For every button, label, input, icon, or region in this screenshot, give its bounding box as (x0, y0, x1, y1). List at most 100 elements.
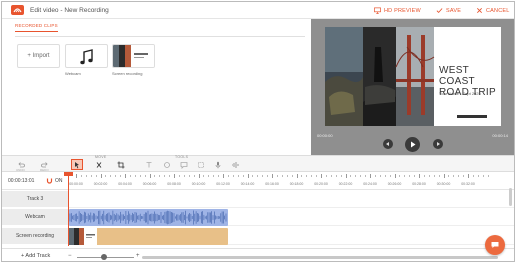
ruler-minor-tick (95, 175, 97, 177)
ruler-minor-tick (267, 175, 269, 177)
zoom-in-button[interactable]: + (136, 253, 140, 259)
ruler-tick (223, 174, 224, 178)
ruler-minor-tick (433, 175, 435, 177)
shape-tool-button[interactable] (161, 159, 173, 170)
save-button[interactable]: SAVE (436, 7, 461, 14)
ruler-tick (76, 174, 77, 178)
ruler-tick (321, 174, 322, 178)
hd-preview-button[interactable]: HD PREVIEW (374, 7, 421, 14)
current-time: 00:00:00 (317, 133, 333, 138)
ruler-tick (345, 174, 347, 178)
ruler-minor-tick (374, 175, 376, 177)
ruler-minor-tick (286, 175, 288, 177)
edit-toolbar: UNDO REDO MOVE TOOLS (2, 155, 514, 172)
ruler-minor-tick (129, 175, 131, 177)
screen-recording-clip[interactable] (69, 228, 228, 245)
ruler-minor-tick (414, 175, 416, 177)
track-lane-track3[interactable] (68, 191, 514, 208)
rewind-button[interactable] (383, 139, 393, 149)
import-button[interactable]: + Import (17, 44, 60, 68)
ruler-tick-label: 00:18:00 (289, 182, 304, 186)
ruler-minor-tick (154, 175, 156, 177)
audio-icon (232, 161, 239, 168)
music-note-icon (80, 49, 93, 65)
ruler-minor-tick (193, 175, 195, 177)
total-time: 00:00:14 (492, 133, 508, 138)
cut-tool-button[interactable] (93, 159, 105, 170)
blur-icon (198, 161, 204, 168)
ruler-tick (149, 174, 151, 178)
zoom-slider-handle[interactable] (101, 254, 107, 260)
fast-forward-icon (437, 142, 440, 146)
crop-icon (117, 161, 125, 168)
ruler-tick (419, 174, 420, 178)
ruler-tick-label: 00:30:00 (436, 182, 451, 186)
fast-forward-button[interactable] (433, 139, 443, 149)
ruler-minor-tick (325, 175, 327, 177)
microphone-icon (215, 161, 221, 168)
ruler-minor-tick (276, 175, 278, 177)
snap-label: ON (55, 177, 63, 184)
zoom-out-button[interactable]: − (68, 253, 72, 259)
ruler-tick-label: 00:32:00 (461, 182, 475, 186)
vertical-scrollbar[interactable] (509, 188, 512, 206)
ruler-minor-tick (384, 175, 386, 177)
ruler-minor-tick (463, 175, 465, 177)
app-logo-icon (11, 5, 24, 15)
music-tool-button[interactable] (229, 159, 241, 170)
audio-waveform (69, 210, 227, 225)
ruler-tick-label: 00:20:00 (314, 182, 328, 186)
text-tool-button[interactable] (143, 159, 155, 170)
close-icon (477, 8, 482, 13)
ruler-minor-tick (311, 175, 313, 177)
play-button[interactable] (405, 137, 420, 152)
cancel-button[interactable]: CANCEL (476, 7, 510, 14)
ruler-minor-tick (252, 175, 254, 177)
slide-thumbnail (113, 45, 154, 67)
ruler-minor-tick (115, 175, 117, 177)
crop-tool-button[interactable] (115, 159, 127, 170)
ruler-tick-label: 00:12:00 (216, 182, 230, 186)
ruler-tick (394, 174, 396, 178)
track-label-webcam[interactable]: Webcam (2, 209, 68, 226)
play-icon (411, 141, 416, 148)
track-label-track3[interactable]: Track 3 (2, 191, 68, 208)
ruler-minor-tick (291, 175, 293, 177)
ruler-tick-label: 00:22:00 (338, 182, 353, 186)
ruler-minor-tick (428, 175, 430, 177)
chat-icon (491, 242, 499, 248)
blur-tool-button[interactable] (195, 159, 207, 170)
ruler-minor-tick (178, 175, 180, 177)
ruler-tick (468, 174, 469, 178)
add-track-button[interactable]: + Add Track (21, 253, 50, 259)
video-preview: WEST COAST ROAD TRIP Your Name • Sept 20… (325, 27, 501, 126)
ruler-minor-tick (159, 175, 161, 177)
clip-thumbnail-webcam[interactable] (65, 44, 108, 68)
magnet-icon (46, 178, 53, 184)
clip-thumbnail-screen[interactable] (112, 44, 155, 68)
snap-toggle[interactable]: ON (46, 177, 63, 184)
webcam-audio-clip[interactable] (69, 209, 228, 226)
preview-panel: WEST COAST ROAD TRIP Your Name • Sept 20… (311, 19, 514, 155)
monitor-icon (374, 7, 381, 14)
ruler-tick (370, 174, 371, 178)
track-label-screen-recording[interactable]: Screen recording (2, 228, 68, 245)
ruler-minor-tick (438, 175, 440, 177)
ruler-tick-label: 00:04:00 (118, 182, 132, 186)
chat-button[interactable] (485, 235, 505, 255)
narration-tool-button[interactable] (212, 159, 224, 170)
ruler-tick (296, 174, 298, 178)
ruler-minor-tick (232, 175, 234, 177)
ruler-minor-tick (85, 175, 87, 177)
tab-recorded-clips[interactable]: RECORDED CLIPS (15, 23, 58, 32)
ruler-minor-tick (365, 175, 367, 177)
speech-bubble-icon (180, 161, 188, 169)
editor-window: Edit video - New Recording HD PREVIEW SA… (1, 1, 515, 262)
ruler-tick-label: 00:02:00 (93, 182, 108, 186)
horizontal-scrollbar[interactable] (142, 256, 498, 259)
ruler-minor-tick (188, 175, 190, 177)
callout-tool-button[interactable] (178, 159, 190, 170)
select-tool-button[interactable] (71, 159, 83, 170)
timeline-ruler[interactable]: 00:00:00 00:02:00 00:04:00 00:06:00 00:08:00… (68, 172, 514, 190)
ruler-minor-tick (105, 175, 107, 177)
